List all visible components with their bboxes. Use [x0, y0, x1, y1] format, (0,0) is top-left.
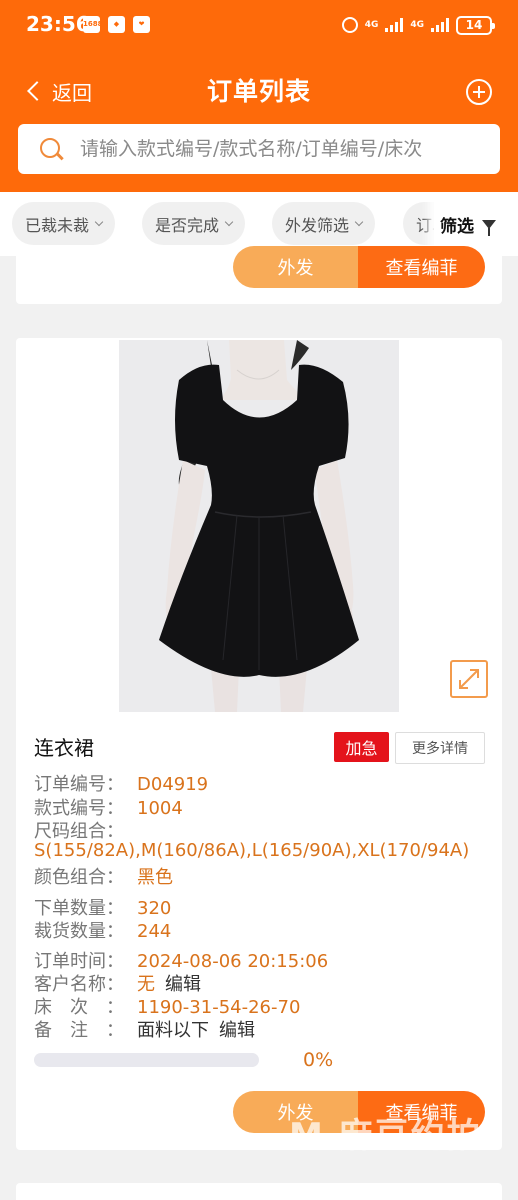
more-details-button[interactable]: 更多详情: [395, 732, 485, 764]
note-value: 面料以下: [137, 1020, 209, 1041]
filter-chip-completed[interactable]: 是否完成: [142, 202, 246, 245]
order-number-value: D04919: [137, 774, 209, 795]
order-quantity-value: 320: [137, 898, 172, 919]
app-icon: ❤: [133, 16, 150, 33]
page-title: 订单列表: [206, 77, 311, 106]
filter-chip-outsource[interactable]: 外发筛选: [272, 202, 376, 245]
chevron-down-icon: [224, 217, 234, 227]
order-number-row: 订单编号： D04919: [34, 770, 208, 796]
order-time-value: 2024-08-06 20:15:06: [137, 951, 329, 972]
filter-chip-cut-status[interactable]: 已裁未裁: [12, 202, 116, 245]
signal-icon: [431, 18, 449, 32]
expand-icon[interactable]: [450, 660, 488, 698]
status-indicators: 4G 4G 14: [341, 14, 495, 36]
search-input[interactable]: [80, 138, 470, 160]
status-bar: 23:56 1688 ◆ ❤ 4G 4G 14: [0, 0, 518, 50]
signal-icon: [385, 18, 404, 32]
battery-icon: 14: [456, 15, 495, 35]
customer-edit-link[interactable]: 编辑: [165, 974, 201, 995]
chevron-down-icon: [354, 217, 364, 227]
cut-quantity-value: 244: [137, 921, 172, 942]
product-image[interactable]: [119, 340, 399, 712]
filter-chip-label: 外发筛选: [285, 215, 350, 235]
order-card-previous: 外发 查看编菲: [16, 246, 502, 304]
network-label: 4G: [364, 19, 379, 30]
note-label: 备 注 ：: [34, 1020, 124, 1041]
size-combo-value-row: S(155/82A),M(160/86A),L(165/90A),XL(170/…: [34, 840, 469, 861]
search-bar[interactable]: [18, 124, 500, 174]
outsource-button[interactable]: 外发: [233, 246, 358, 288]
search-icon: [40, 138, 62, 160]
chevron-down-icon: [94, 217, 104, 227]
color-combo-value: 黑色: [137, 867, 173, 888]
order-card: 连衣裙 加急 更多详情 订单编号： D04919 款式编号： 1004 尺码组合： …: [16, 338, 502, 1150]
cut-quantity-row: 裁货数量： 244: [34, 917, 171, 943]
funnel-icon: [482, 219, 496, 236]
nav-bar: 返回 订单列表: [0, 62, 518, 118]
cut-quantity-label: 裁货数量：: [34, 921, 124, 942]
size-combo-value: S(155/82A),M(160/86A),L(165/90A),XL(170/…: [34, 840, 470, 861]
order-number-label: 订单编号：: [34, 774, 124, 795]
add-order-button[interactable]: [466, 79, 492, 105]
product-name: 连衣裙: [34, 736, 94, 760]
urgent-badge: 加急: [334, 732, 389, 762]
filter-chip-label: 已裁未裁: [25, 215, 90, 235]
bed-number-value: 1190-31-54-26-70: [137, 997, 301, 1018]
dress-photo: [119, 340, 399, 712]
watermark: M 麻豆约拍: [289, 1116, 483, 1156]
style-number-value: 1004: [137, 798, 183, 819]
color-combo-row: 颜色组合： 黑色: [34, 863, 173, 889]
app-icon: ◆: [108, 16, 125, 33]
view-tickets-button[interactable]: 查看编菲: [358, 246, 485, 288]
progress-bar: [34, 1053, 259, 1067]
app-header: 23:56 1688 ◆ ❤ 4G 4G 14 返回 订单列表: [0, 0, 518, 192]
color-combo-label: 颜色组合：: [34, 867, 124, 888]
progress-percent: 0%: [303, 1049, 334, 1071]
alarm-icon: [341, 17, 358, 33]
network-label: 4G: [410, 19, 424, 30]
filter-chip-label: 是否完成: [155, 215, 220, 235]
customer-value: 无: [137, 974, 155, 995]
card-action-buttons: 外发 查看编菲: [233, 246, 485, 288]
note-edit-link[interactable]: 编辑: [219, 1020, 255, 1041]
order-card-next: [16, 1183, 502, 1200]
app-1688-icon: 1688: [83, 16, 102, 33]
status-time: 23:56: [26, 12, 90, 36]
note-row: 备 注 ： 面料以下 编辑: [34, 1016, 255, 1042]
filter-label: 筛选: [440, 216, 474, 237]
